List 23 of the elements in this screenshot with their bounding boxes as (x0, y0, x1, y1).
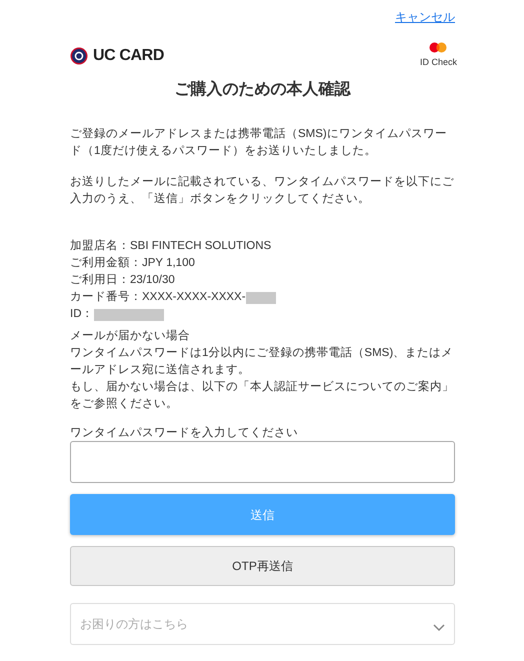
help-text: もし、届かない場合は、以下の「本人認証サービスについてのご案内」をご参照ください。 (70, 379, 455, 412)
paragraph: お送りしたメールに記載されている、ワンタイムパスワードを以下にご入力のうえ、「送信」ボタンをクリックしてください。 (70, 174, 455, 207)
detail-text: ID： (70, 307, 94, 322)
help-dropdown[interactable]: お困りの方はこちら (70, 603, 455, 645)
field-label: ワンタイムパスワードを入力してください (70, 426, 299, 440)
help-text: ワンタイムパスワードは1分以内にご登録の携帯電話（SMS)、またはメールアドレス宛に送信されます。 (70, 346, 454, 378)
help-text: メールが届かない場合 (70, 328, 191, 344)
dropdown-placeholder: お困りの方はこちら (80, 616, 188, 633)
circles-icon (429, 42, 448, 54)
detail-text: 加盟店名：SBI FINTECH SOLUTIONS (70, 238, 272, 254)
chevron-down-icon (433, 624, 445, 632)
submit-button[interactable]: 送信 (70, 494, 455, 535)
detail-text: ご利用金額：JPY 1,100 (70, 256, 195, 271)
badge-text: ID Check (420, 56, 457, 70)
page-title: ご購入のための本人確認 (174, 79, 352, 100)
brand-logo-text: UC CARD (93, 46, 164, 66)
detail-text: ご利用日：23/10/30 (70, 272, 175, 288)
paragraph: ご登録のメールアドレスまたは携帯電話（SMS)にワンタイムパスワード（1度だけ使えるパスワード）をお送りいたしました。 (70, 126, 448, 159)
cancel-link[interactable]: キャンセル (395, 8, 455, 28)
resend-button[interactable]: OTP再送信 (70, 546, 455, 586)
otp-input-field[interactable] (70, 441, 455, 483)
logo-icon (70, 47, 88, 65)
detail-text: カード番号：XXXX-XXXX-XXXX- (70, 290, 246, 305)
